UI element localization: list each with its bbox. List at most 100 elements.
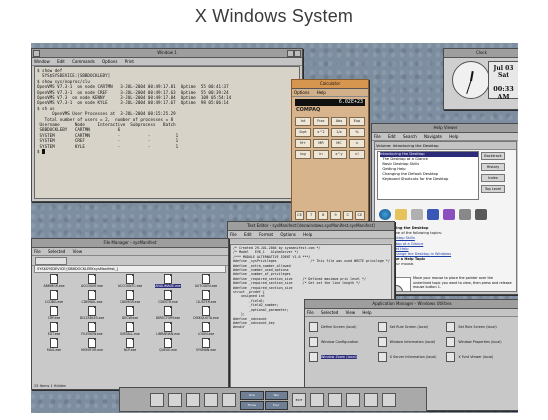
app-item[interactable]: Window Configuration (309, 334, 378, 349)
workspace-button[interactable]: Three (240, 401, 264, 410)
help-menu-file[interactable]: File (374, 134, 381, 139)
application-manager-panel-icon[interactable] (346, 392, 360, 407)
calc-number-key[interactable]: 8 (318, 211, 329, 220)
app-manager-titlebar[interactable]: Application Manager - Windows Utilities (305, 300, 518, 309)
file-item[interactable]: AUTOGEN.exe (187, 274, 225, 290)
exit-button[interactable]: EXIT (292, 392, 306, 407)
calc-number-key[interactable]: 7 (306, 211, 317, 220)
file-item[interactable]: NCP.exe (111, 338, 149, 354)
up-folder-button[interactable] (35, 257, 67, 265)
mail-panel-icon[interactable] (222, 392, 236, 407)
calc-number-key[interactable]: CE (354, 211, 365, 220)
calc-menu-options[interactable]: Options (294, 90, 309, 95)
editor-menu-help[interactable]: Help (303, 232, 312, 237)
help-menu-help[interactable]: Help (449, 134, 458, 139)
editor-menu-file[interactable]: File (230, 232, 237, 237)
app-item[interactable]: X Font Viewer (local) (446, 349, 515, 364)
file-item[interactable]: QUEUE.exe (149, 338, 187, 354)
workspace-button[interactable]: Two (264, 391, 288, 400)
window-menu-button[interactable] (33, 50, 40, 57)
desktop[interactable]: Window 1 Window Edit Commands Options Pr… (31, 43, 518, 413)
history-button[interactable]: History (481, 163, 505, 171)
calendar-panel-icon[interactable] (168, 392, 182, 407)
help-panel-icon[interactable] (364, 392, 378, 407)
workspace-button[interactable]: One (240, 391, 264, 400)
top-level-button[interactable]: Top Level (481, 185, 505, 193)
file-item[interactable]: CCDBG.exe (35, 290, 73, 306)
terminal-output[interactable]: $ show def SYS$SYSDEVICE:[SBBDOCKLEBY] $ … (34, 66, 300, 199)
calc-function-key[interactable]: Sqrt (295, 128, 311, 137)
calculator-titlebar[interactable]: Calculator (292, 80, 368, 89)
printer-panel-icon[interactable] (310, 392, 324, 407)
app-item[interactable]: Window Properties (local) (446, 334, 515, 349)
calc-number-key[interactable]: 9 (330, 211, 341, 220)
clock-titlebar[interactable]: Clock (444, 49, 518, 58)
help-topic-list[interactable]: Introducing the Desktop The Desktop at a… (377, 151, 479, 200)
editor-titlebar[interactable]: Text Editor - sysManifest:[decwindows.sy… (228, 222, 394, 231)
am-menu-selected[interactable]: Selected (321, 310, 338, 315)
am-menu-file[interactable]: File (307, 310, 314, 315)
file-item[interactable]: DCLTABLES.exe (73, 306, 111, 322)
calc-function-key[interactable]: M+ (295, 139, 311, 148)
calculator-window[interactable]: Calculator Options Help 6.02E+23 COMPAQ … (291, 79, 369, 243)
terminal-window[interactable]: Window 1 Window Edit Commands Options Pr… (31, 48, 303, 202)
calc-menu-help[interactable]: Help (317, 90, 326, 95)
calc-function-key[interactable]: ln (313, 150, 329, 159)
calc-function-key[interactable]: MR (313, 139, 329, 148)
file-item[interactable]: CLUSTER.exe (187, 290, 225, 306)
app-item[interactable]: Window Information (local) (377, 334, 447, 349)
style-manager-panel-icon[interactable] (328, 392, 342, 407)
file-item[interactable]: INSTALL.exe (111, 322, 149, 338)
calc-function-key[interactable]: Exp (349, 117, 365, 126)
file-item[interactable]: CRF.exe (35, 306, 73, 322)
trash-panel-icon[interactable] (382, 392, 396, 407)
file-manager-panel-icon[interactable] (186, 392, 200, 407)
file-item[interactable]: ABMMGR.exe (35, 274, 73, 290)
file-item[interactable]: ANALIMAGE.exe (149, 274, 187, 290)
calc-function-key[interactable]: Int (295, 117, 311, 126)
file-item[interactable]: LIBRARIAN.exe (149, 322, 187, 338)
calc-function-key[interactable]: 1/x (331, 128, 347, 137)
help-menu-edit[interactable]: Edit (388, 134, 396, 139)
index-button[interactable]: Index (481, 174, 505, 182)
calc-function-key[interactable]: MC (331, 139, 347, 148)
app-item[interactable]: X Server Information (local) (377, 349, 447, 364)
fm-menu-file[interactable]: File (34, 249, 41, 254)
file-item[interactable]: DISKQUOTA.exe (187, 306, 225, 322)
file-manager-titlebar[interactable]: File Manager - sysManifest (32, 239, 228, 248)
maximize-button[interactable] (294, 50, 301, 57)
calc-function-key[interactable]: Frac (313, 117, 329, 126)
file-item[interactable]: ACCOUNTC.exe (111, 274, 149, 290)
file-item[interactable]: SYSMAN.exe (187, 338, 225, 354)
fm-menu-selected[interactable]: Selected (48, 249, 65, 254)
calc-function-key[interactable]: n! (349, 150, 365, 159)
workspace-button[interactable]: Four (264, 401, 288, 410)
text-editor-panel-icon[interactable] (204, 392, 218, 407)
app-item[interactable]: Define Screen (local) (309, 319, 378, 334)
file-item[interactable]: CDEMGR.exe (111, 290, 149, 306)
am-menu-view[interactable]: View (346, 310, 356, 315)
menu-edit[interactable]: Edit (57, 59, 65, 64)
app-item[interactable]: Set Rule Screen (local) (446, 319, 515, 334)
file-item[interactable]: MAIL.exe (35, 338, 73, 354)
file-item[interactable]: DECW.exe (111, 306, 149, 322)
terminal-titlebar[interactable]: Window 1 (32, 49, 302, 58)
help-titlebar[interactable]: Help Viewer (372, 124, 518, 133)
am-menu-help[interactable]: Help (362, 310, 371, 315)
menu-print[interactable]: Print (125, 59, 134, 64)
editor-menu-options[interactable]: Options (280, 232, 295, 237)
file-item[interactable]: DIRECTORY.exe (149, 306, 187, 322)
calc-function-key[interactable]: ± (349, 139, 365, 148)
menu-window[interactable]: Window (34, 59, 50, 64)
backtrack-button[interactable]: Backtrack (481, 152, 505, 160)
calc-function-key[interactable]: x^y (331, 150, 347, 159)
file-item[interactable]: LOGIN.exe (187, 322, 225, 338)
file-item[interactable]: EDT.exe (35, 322, 73, 338)
file-item[interactable]: FILEVIEW.exe (73, 322, 111, 338)
editor-menu-format[interactable]: Format (259, 232, 273, 237)
file-item[interactable]: CDESTR.exe (149, 290, 187, 306)
help-topic-item[interactable]: Keyboard Shortcuts for the Desktop (380, 177, 478, 182)
menu-commands[interactable]: Commands (72, 59, 95, 64)
clock-panel-icon[interactable] (150, 392, 164, 407)
clock-window[interactable]: Clock Jul 03 Sat 00:33 AM (443, 48, 518, 110)
